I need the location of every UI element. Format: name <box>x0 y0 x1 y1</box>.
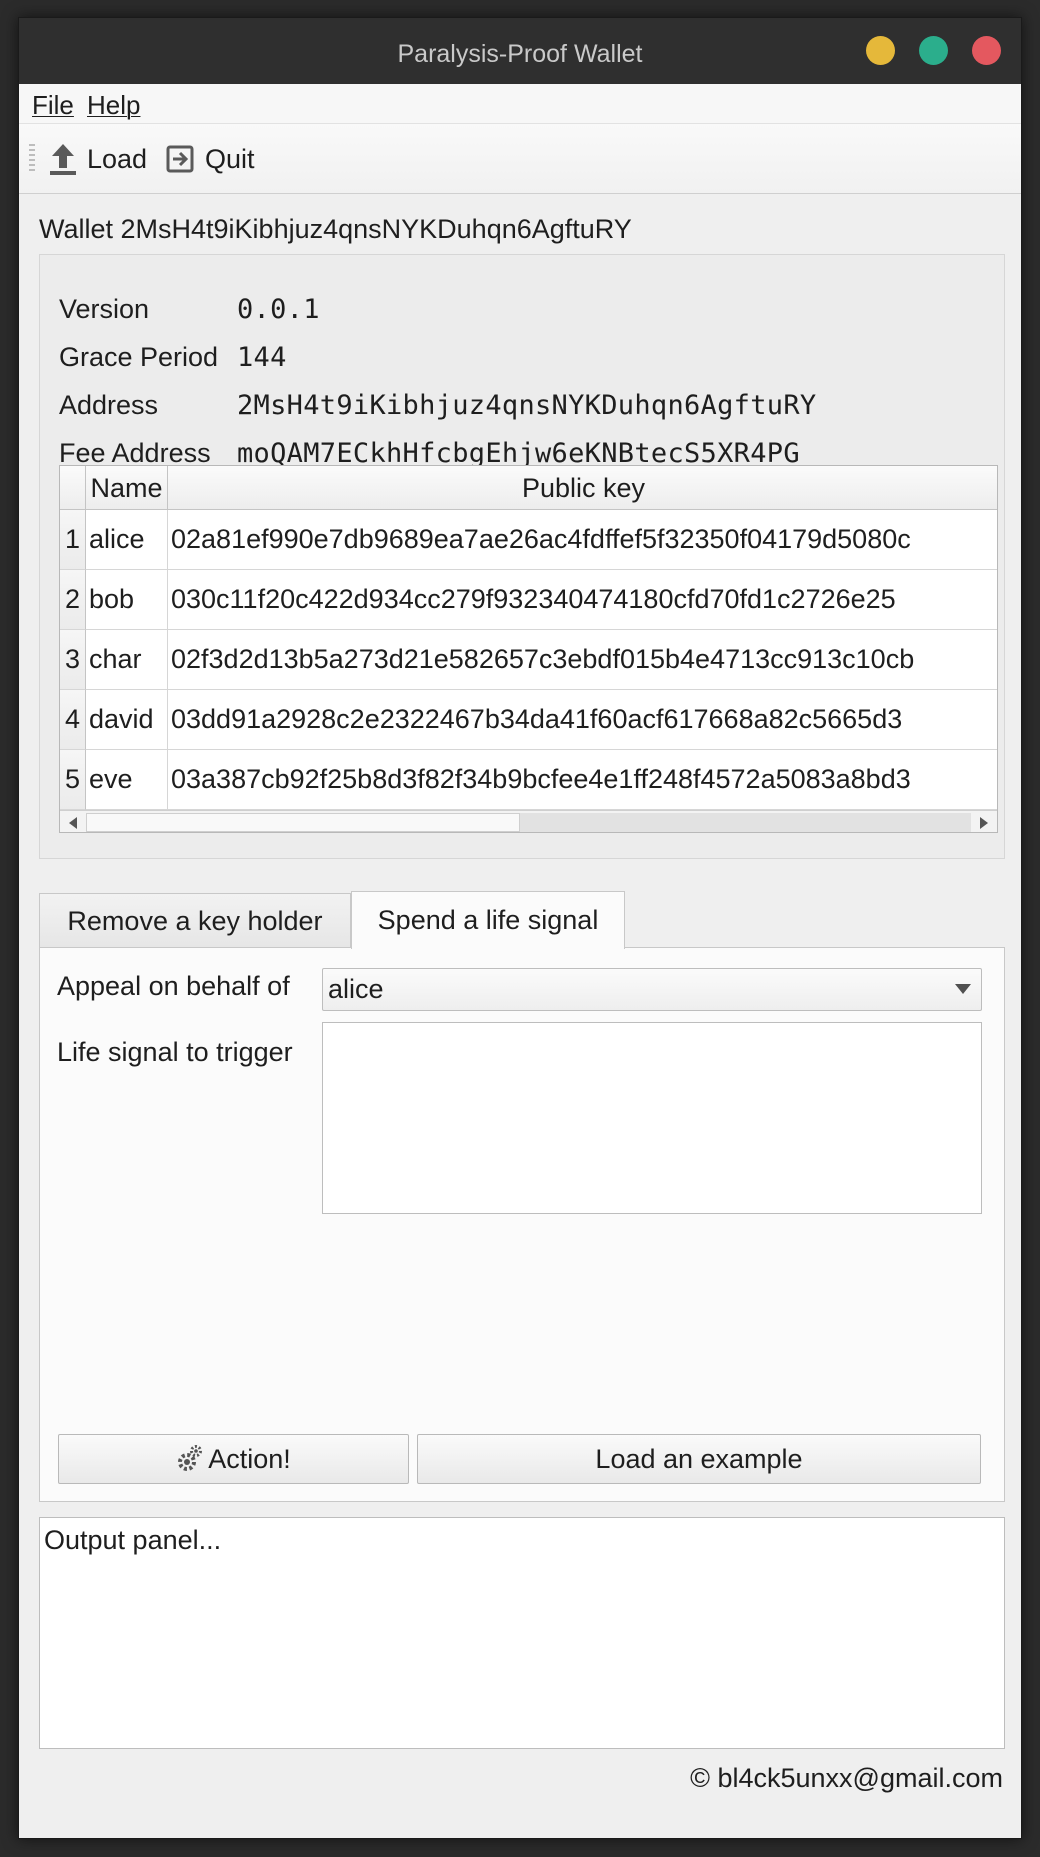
table-cell-public-key[interactable]: 030c11f20c422d934cc279f932340474180cfd70… <box>168 570 997 630</box>
scroll-right-arrow-icon[interactable] <box>971 811 997 832</box>
horizontal-scrollbar[interactable] <box>60 810 997 832</box>
toolbar: Load Quit <box>19 124 1021 194</box>
scrollbar-track[interactable] <box>520 813 971 832</box>
version-label: Version <box>59 293 150 324</box>
appeal-select[interactable]: alice <box>322 968 982 1011</box>
title-bar[interactable]: Paralysis-Proof Wallet <box>19 18 1021 84</box>
address-value: 2MsH4t9iKibhjuz4qnsNYKDuhqn6AgftuRY <box>237 389 817 421</box>
menu-file[interactable]: File <box>32 90 74 121</box>
table-corner-button[interactable] <box>60 466 86 510</box>
gears-icon <box>178 1445 203 1471</box>
upload-icon <box>50 144 76 175</box>
minimize-button[interactable] <box>866 36 895 65</box>
maximize-button[interactable] <box>919 36 948 65</box>
output-panel[interactable]: Output panel... <box>39 1517 1005 1749</box>
row-header[interactable]: 2 <box>60 570 86 630</box>
info-row-grace-period: Grace Period 144 <box>59 337 287 377</box>
app-window: Paralysis-Proof Wallet File Help Load Qu… <box>18 17 1022 1839</box>
toolbar-grip-handle[interactable] <box>29 144 35 174</box>
scroll-left-arrow-icon[interactable] <box>60 811 86 832</box>
table-cell-name[interactable]: char <box>86 630 168 690</box>
grace-period-label: Grace Period <box>59 341 219 372</box>
table-cell-public-key[interactable]: 03a387cb92f25b8d3f82f34b9bcfee4e1ff248f4… <box>168 750 997 810</box>
address-label: Address <box>59 389 159 420</box>
table-cell-name[interactable]: david <box>86 690 168 750</box>
row-header[interactable]: 3 <box>60 630 86 690</box>
action-button[interactable]: Action! <box>58 1434 409 1484</box>
table-cell-name[interactable]: eve <box>86 750 168 810</box>
version-value: 0.0.1 <box>237 293 320 325</box>
exit-icon <box>166 145 194 173</box>
grace-period-value: 144 <box>237 341 287 373</box>
table-header: Name Public key <box>60 466 997 510</box>
table-cell-public-key[interactable]: 02a81ef990e7db9689ea7ae26ac4fdffef5f3235… <box>168 510 997 570</box>
table-cell-name[interactable]: bob <box>86 570 168 630</box>
appeal-select-value: alice <box>328 974 384 1004</box>
fee-address-value: moQAM7ECkhHfcbgEhjw6eKNBtecS5XR4PG <box>237 437 800 469</box>
column-header-public-key[interactable]: Public key <box>168 466 997 510</box>
menu-help[interactable]: Help <box>87 90 140 121</box>
footer-copyright: © bl4ck5unxx@gmail.com <box>690 1763 1003 1793</box>
quit-button-label: Quit <box>205 143 255 174</box>
fee-address-label: Fee Address <box>59 437 211 468</box>
column-header-name[interactable]: Name <box>86 466 168 510</box>
table-cell-public-key[interactable]: 03dd91a2928c2e2322467b34da41f60acf617668… <box>168 690 997 750</box>
action-button-label: Action! <box>208 1443 291 1474</box>
tab-spend-life-signal[interactable]: Spend a life signal <box>351 891 625 949</box>
appeal-label: Appeal on behalf of <box>57 971 290 1001</box>
chevron-down-icon <box>955 984 971 994</box>
load-button-label: Load <box>87 143 148 174</box>
output-panel-text: Output panel... <box>44 1525 222 1555</box>
load-button[interactable]: Load <box>49 140 147 178</box>
close-button[interactable] <box>972 36 1001 65</box>
quit-button[interactable]: Quit <box>165 140 255 178</box>
info-row-version: Version 0.0.1 <box>59 289 320 329</box>
life-signal-label: Life signal to trigger <box>57 1037 293 1067</box>
table-cell-name[interactable]: alice <box>86 510 168 570</box>
wallet-title: Wallet 2MsH4t9iKibhjuz4qnsNYKDuhqn6Agftu… <box>39 214 632 244</box>
tab-remove-key-holder[interactable]: Remove a key holder <box>39 893 351 948</box>
row-header[interactable]: 5 <box>60 750 86 810</box>
row-header[interactable]: 1 <box>60 510 86 570</box>
row-header[interactable]: 4 <box>60 690 86 750</box>
load-example-button[interactable]: Load an example <box>417 1434 981 1484</box>
info-row-address: Address 2MsH4t9iKibhjuz4qnsNYKDuhqn6Agft… <box>59 385 816 425</box>
key-holders-table: Name Public key 1 alice 02a81ef990e7db96… <box>59 465 998 833</box>
menu-bar: File Help <box>19 84 1021 124</box>
table-cell-public-key[interactable]: 02f3d2d13b5a273d21e582657c3ebdf015b4e471… <box>168 630 997 690</box>
scrollbar-thumb[interactable] <box>86 813 520 832</box>
life-signal-textarea[interactable] <box>322 1022 982 1214</box>
